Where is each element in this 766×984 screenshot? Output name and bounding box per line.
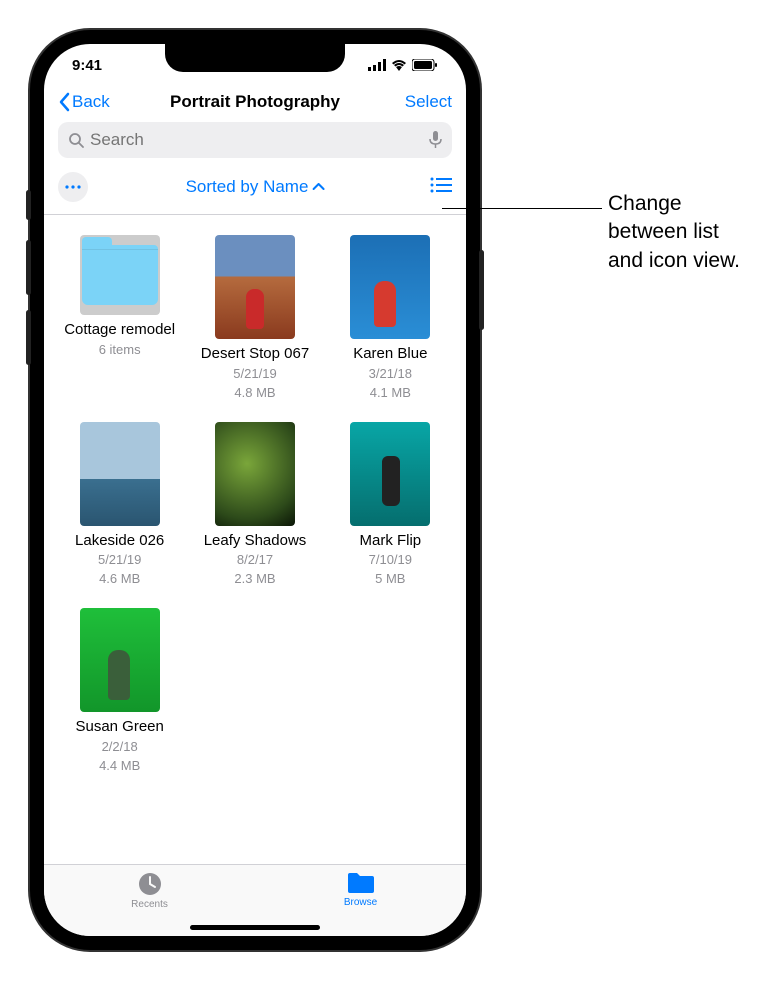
status-indicators: [368, 59, 438, 71]
phone-frame: 9:41 Back Portrait Photography Select: [30, 30, 480, 950]
file-item-folder[interactable]: Cottage remodel 6 items: [54, 235, 185, 412]
content-area[interactable]: Cottage remodel 6 items Desert Stop 067 …: [44, 215, 466, 864]
power-button: [479, 250, 484, 330]
folder-icon: [80, 235, 160, 315]
back-button[interactable]: Back: [58, 92, 110, 112]
tab-label: Recents: [131, 899, 168, 910]
chevron-left-icon: [58, 92, 70, 112]
item-date: 2/2/18: [102, 739, 138, 756]
folder-icon: [346, 871, 376, 895]
item-size: 4.8 MB: [234, 385, 275, 402]
item-date: 3/21/18: [369, 366, 412, 383]
image-thumbnail: [80, 608, 160, 712]
mute-switch: [26, 190, 31, 220]
volume-up: [26, 240, 31, 295]
volume-down: [26, 310, 31, 365]
home-indicator[interactable]: [190, 925, 320, 930]
item-size: 4.4 MB: [99, 758, 140, 775]
file-item[interactable]: Lakeside 026 5/21/19 4.6 MB: [54, 422, 185, 599]
item-name: Desert Stop 067: [201, 345, 309, 364]
list-view-icon: [430, 177, 452, 193]
screen: 9:41 Back Portrait Photography Select: [44, 44, 466, 936]
view-toggle-button[interactable]: [430, 177, 452, 198]
search-bar[interactable]: [58, 122, 452, 158]
sort-button[interactable]: Sorted by Name: [186, 177, 325, 197]
item-size: 5 MB: [375, 571, 405, 588]
item-name: Susan Green: [75, 718, 163, 737]
file-grid: Cottage remodel 6 items Desert Stop 067 …: [54, 235, 456, 785]
mic-icon[interactable]: [429, 131, 442, 149]
more-button[interactable]: [58, 172, 88, 202]
sort-label-text: Sorted by Name: [186, 177, 309, 197]
search-icon: [68, 132, 84, 148]
nav-bar: Back Portrait Photography Select: [44, 86, 466, 122]
battery-icon: [412, 59, 438, 71]
item-date: 7/10/19: [369, 552, 412, 569]
status-time: 9:41: [72, 57, 102, 74]
image-thumbnail: [80, 422, 160, 526]
item-name: Cottage remodel: [64, 321, 175, 340]
chevron-up-icon: [312, 183, 324, 191]
search-input[interactable]: [90, 130, 423, 150]
file-item[interactable]: Mark Flip 7/10/19 5 MB: [325, 422, 456, 599]
image-thumbnail: [350, 235, 430, 339]
item-size: 4.6 MB: [99, 571, 140, 588]
item-name: Lakeside 026: [75, 532, 164, 551]
item-name: Karen Blue: [353, 345, 427, 364]
wifi-icon: [391, 59, 407, 71]
back-label: Back: [72, 92, 110, 112]
item-date: 8/2/17: [237, 552, 273, 569]
file-item[interactable]: Karen Blue 3/21/18 4.1 MB: [325, 235, 456, 412]
image-thumbnail: [215, 235, 295, 339]
item-size: 2.3 MB: [234, 571, 275, 588]
file-item[interactable]: Desert Stop 067 5/21/19 4.8 MB: [189, 235, 320, 412]
clock-icon: [137, 871, 163, 897]
item-date: 5/21/19: [233, 366, 276, 383]
cellular-icon: [368, 59, 386, 71]
item-size: 4.1 MB: [370, 385, 411, 402]
image-thumbnail: [350, 422, 430, 526]
select-button[interactable]: Select: [405, 92, 452, 112]
toolbar: Sorted by Name: [44, 168, 466, 215]
item-name: Mark Flip: [359, 532, 421, 551]
notch: [165, 44, 345, 72]
callout-line: [442, 208, 602, 209]
item-date: 5/21/19: [98, 552, 141, 569]
item-meta: 6 items: [99, 342, 141, 359]
callout-text: Change between list and icon view.: [608, 190, 758, 275]
image-thumbnail: [215, 422, 295, 526]
file-item[interactable]: Susan Green 2/2/18 4.4 MB: [54, 608, 185, 785]
tab-label: Browse: [344, 897, 377, 908]
item-name: Leafy Shadows: [204, 532, 307, 551]
file-item[interactable]: Leafy Shadows 8/2/17 2.3 MB: [189, 422, 320, 599]
ellipsis-icon: [65, 185, 81, 189]
